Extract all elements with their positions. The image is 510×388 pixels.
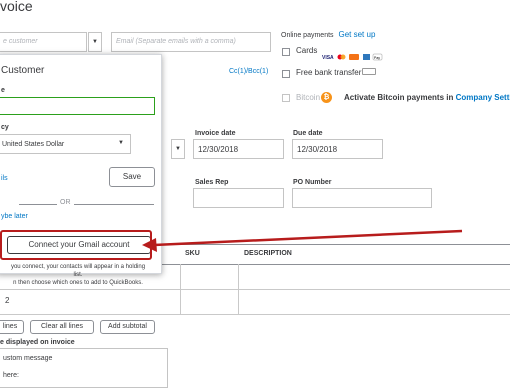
sales-rep-field[interactable] (193, 188, 284, 208)
bitcoin-activate-row: Activate Bitcoin payments in Company Set… (344, 93, 510, 102)
bitcoin-label: Bitcoin (296, 93, 321, 102)
bitcoin-checkbox[interactable] (282, 94, 290, 102)
cc-bcc-link[interactable]: Cc(1)/Bcc(1) (229, 68, 268, 75)
message-value: ustom message (3, 355, 53, 362)
svg-text:Pay: Pay (374, 56, 380, 60)
invoice-date-field[interactable]: 12/30/2018 (193, 139, 284, 159)
email-placeholder: Email (Separate emails with a comma) (116, 38, 236, 45)
details-link[interactable]: ils (1, 175, 8, 182)
maybe-later-link[interactable]: ybe later (1, 213, 28, 220)
terms-dropdown-chevron-icon[interactable]: ▼ (171, 139, 185, 159)
bitcoin-activate-text: Activate Bitcoin payments in (344, 93, 454, 102)
name-label: e (1, 87, 5, 94)
message-below-label: here: (3, 372, 19, 379)
sales-rep-label: Sales Rep (195, 179, 229, 186)
email-field[interactable]: Email (Separate emails with a comma) (111, 32, 271, 52)
annotation-arrow-icon (142, 229, 463, 252)
save-button[interactable]: Save (109, 167, 155, 187)
po-number-label: PO Number (293, 179, 332, 186)
add-subtotal-button[interactable]: Add subtotal (100, 320, 155, 334)
table-bottom-border (0, 314, 510, 315)
due-date-value: 12/30/2018 (297, 145, 338, 154)
table-row-divider (0, 289, 510, 290)
card-logos-icon: VISA Pay (322, 48, 394, 66)
due-date-label: Due date (293, 130, 323, 137)
get-set-up-link[interactable]: Get set up (338, 30, 375, 39)
or-label: OR (60, 199, 71, 206)
gmail-note: you connect, your contacts will appear i… (0, 263, 159, 287)
cards-checkbox[interactable] (282, 48, 290, 56)
or-divider-left (19, 204, 57, 205)
invoice-date-value: 12/30/2018 (198, 145, 239, 154)
customer-select[interactable]: e customer (0, 32, 87, 52)
bank-transfer-checkbox[interactable] (282, 70, 290, 78)
bitcoin-icon: ₿ (321, 92, 332, 103)
or-divider-right (74, 204, 154, 205)
customer-placeholder: e customer (3, 38, 38, 45)
table-col-divider (180, 264, 181, 314)
cards-label: Cards (296, 46, 318, 55)
bank-badge-icon (362, 68, 376, 75)
bank-transfer-label: Free bank transfer (296, 68, 362, 77)
online-payments-row: Online payments Get set up (281, 30, 375, 39)
gmail-note-line3: n then choose which ones to add to Quick… (13, 280, 143, 286)
invoice-date-label: Invoice date (195, 130, 236, 137)
row-number: 2 (5, 296, 10, 305)
currency-value: United States Dollar (2, 141, 65, 148)
message-label: e displayed on invoice (0, 339, 75, 346)
name-field[interactable] (0, 97, 155, 115)
currency-select[interactable]: United States Dollar ▼ (0, 134, 131, 154)
currency-chevron-icon: ▼ (118, 140, 124, 146)
po-number-field[interactable] (292, 188, 432, 208)
company-settings-link[interactable]: Company Settings (456, 93, 510, 102)
customer-dropdown-chevron-icon[interactable]: ▼ (88, 32, 102, 52)
svg-text:VISA: VISA (322, 55, 334, 61)
gmail-note-line1: you connect, your contacts will appear i… (10, 264, 146, 270)
gmail-note-line2: list. (73, 272, 83, 278)
annotation-highlight-box (0, 230, 152, 260)
clear-all-lines-button[interactable]: Clear all lines (30, 320, 94, 334)
add-lines-button[interactable]: lines (0, 320, 24, 334)
panel-title: Customer (1, 65, 45, 76)
message-field[interactable]: ustom message here: (0, 348, 168, 388)
due-date-field[interactable]: 12/30/2018 (292, 139, 383, 159)
currency-label: cy (1, 124, 9, 131)
online-payments-label: Online payments (281, 32, 334, 39)
page-title: voice (0, 0, 33, 14)
table-col-divider (238, 264, 239, 314)
